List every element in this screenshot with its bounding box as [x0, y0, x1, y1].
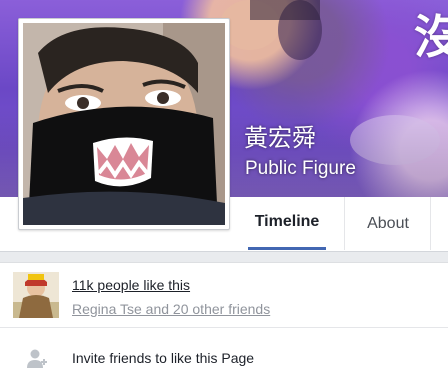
tab-timeline[interactable]: Timeline [248, 197, 326, 250]
invite-friends-link[interactable]: Invite friends to like this Page [72, 350, 254, 366]
profile-photo [23, 23, 225, 225]
profile-photo-art [23, 23, 225, 225]
add-friend-icon [27, 349, 47, 368]
likes-row: 11k people like this Regina Tse and 20 o… [0, 263, 448, 327]
invite-friends-row[interactable]: Invite friends to like this Page [0, 328, 448, 392]
like-count-link[interactable]: 11k people like this [72, 277, 190, 293]
friend-avatar-art [13, 272, 59, 318]
tab-about[interactable]: About [344, 197, 431, 250]
tab-more-edge[interactable] [430, 197, 448, 250]
page-title[interactable]: 黃宏舜 [244, 118, 316, 153]
page-category: Public Figure [245, 158, 356, 179]
page-likes-card: 11k people like this Regina Tse and 20 o… [0, 262, 448, 392]
profile-picture[interactable] [18, 18, 230, 230]
cover-text-fragment: 沒 [414, 10, 448, 64]
friend-avatar[interactable] [13, 272, 59, 318]
friends-like-link[interactable]: Regina Tse and 20 other friends [72, 301, 270, 317]
